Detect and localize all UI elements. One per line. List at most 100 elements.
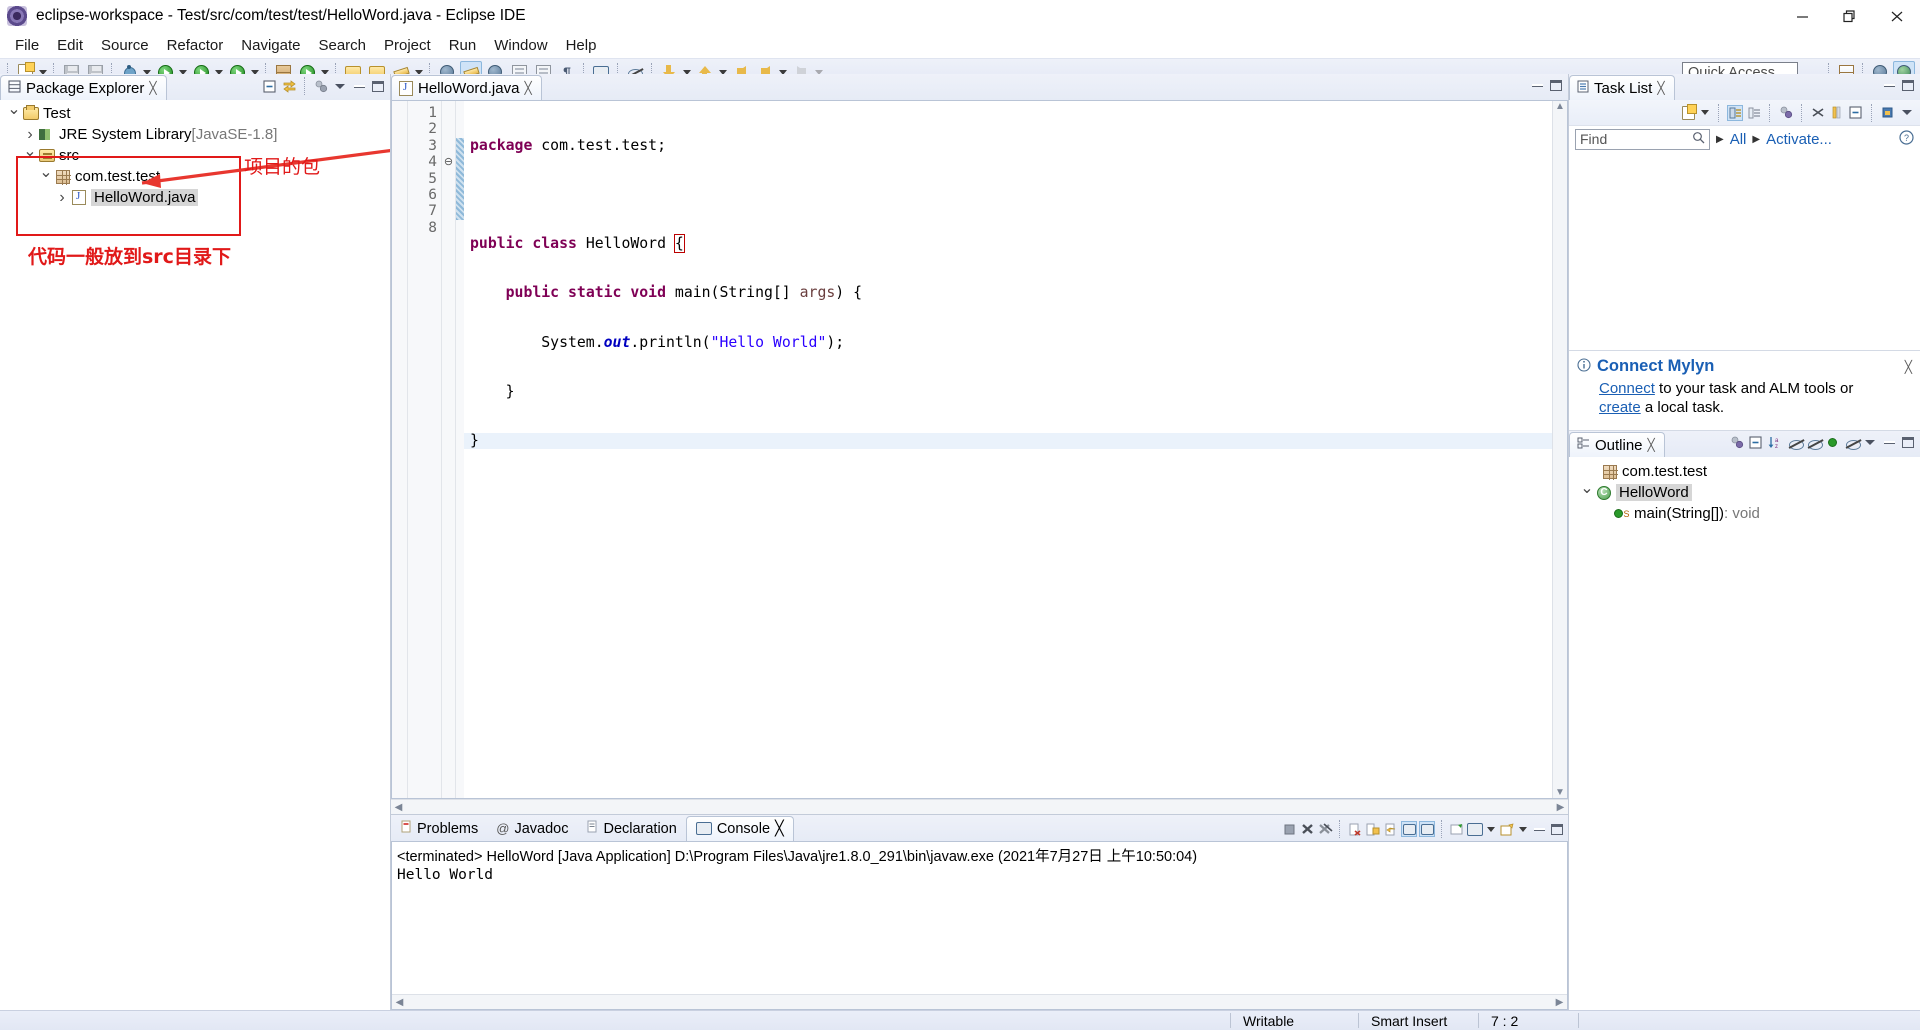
outline-row-method[interactable]: S main(String[]) : void bbox=[1569, 503, 1920, 524]
activate-arrow-icon[interactable]: ▶ bbox=[1752, 134, 1760, 145]
outline-tree[interactable]: com.test.test C HelloWord S main(String[… bbox=[1569, 457, 1920, 1010]
word-wrap-icon[interactable] bbox=[1383, 821, 1399, 837]
synchronize-changed-icon[interactable] bbox=[1829, 105, 1845, 121]
fold-marker[interactable] bbox=[442, 220, 455, 236]
fold-marker[interactable] bbox=[442, 171, 455, 187]
view-menu-icon[interactable] bbox=[1899, 105, 1915, 121]
minimize-icon[interactable] bbox=[351, 78, 367, 94]
minimize-icon[interactable] bbox=[1779, 0, 1826, 33]
maximize-icon[interactable] bbox=[1548, 77, 1564, 93]
tab-javadoc[interactable]: @ Javadoc bbox=[487, 816, 577, 841]
scroll-up-arrow-icon[interactable]: ▲ bbox=[1553, 101, 1568, 112]
scroll-left-arrow-icon[interactable]: ◀ bbox=[391, 802, 406, 813]
close-icon[interactable] bbox=[1873, 0, 1920, 33]
tab-helloword-java[interactable]: HelloWord.java ╳ bbox=[391, 75, 542, 100]
scroll-lock-icon[interactable] bbox=[1365, 821, 1381, 837]
menu-run[interactable]: Run bbox=[440, 35, 486, 56]
editor-horizontal-scrollbar[interactable]: ◀ ▶ bbox=[391, 799, 1568, 814]
editor-vertical-scrollbar[interactable]: ▲ ▼ bbox=[1552, 101, 1567, 798]
outline-row-package[interactable]: com.test.test bbox=[1569, 461, 1920, 482]
minimize-icon[interactable] bbox=[1531, 821, 1547, 837]
tab-declaration[interactable]: Declaration bbox=[577, 816, 685, 841]
tab-console[interactable]: Console ╳ bbox=[685, 816, 794, 841]
fold-marker[interactable] bbox=[442, 105, 455, 121]
focus-on-active-task-icon[interactable] bbox=[313, 78, 329, 94]
open-console-arrow-icon[interactable] bbox=[1517, 818, 1529, 840]
menu-edit[interactable]: Edit bbox=[48, 35, 92, 56]
new-task-icon[interactable] bbox=[1680, 103, 1697, 121]
link-with-editor-icon[interactable] bbox=[1848, 105, 1864, 121]
search-icon[interactable] bbox=[1692, 131, 1705, 147]
tab-package-explorer[interactable]: Package Explorer ╳ bbox=[0, 75, 167, 100]
menu-project[interactable]: Project bbox=[375, 35, 440, 56]
pin-console-icon[interactable] bbox=[1449, 821, 1465, 837]
tree-row-jre-system-library[interactable]: JRE System Library [JavaSE-1.8] bbox=[0, 124, 390, 145]
fold-marker[interactable] bbox=[442, 138, 455, 154]
menu-source[interactable]: Source bbox=[92, 35, 158, 56]
chevron-down-icon[interactable] bbox=[22, 146, 38, 166]
scroll-right-arrow-icon[interactable]: ▶ bbox=[1553, 802, 1568, 813]
menu-refactor[interactable]: Refactor bbox=[158, 35, 233, 56]
minimize-icon[interactable] bbox=[1881, 434, 1897, 450]
chevron-down-icon[interactable] bbox=[38, 167, 54, 187]
categorized-presentation-icon[interactable] bbox=[1727, 104, 1743, 121]
console-horizontal-scrollbar[interactable]: ◀ ▶ bbox=[392, 994, 1567, 1009]
maximize-icon[interactable] bbox=[1900, 77, 1916, 93]
remove-all-terminated-icon[interactable] bbox=[1317, 821, 1333, 837]
maximize-icon[interactable] bbox=[1900, 434, 1916, 450]
close-icon[interactable]: ╳ bbox=[775, 821, 784, 837]
tab-outline[interactable]: Outline ╳ bbox=[1569, 432, 1665, 457]
close-icon[interactable]: ╳ bbox=[1657, 81, 1664, 95]
view-menu-icon[interactable] bbox=[1862, 434, 1878, 450]
focus-on-workweek-icon[interactable] bbox=[1778, 105, 1794, 121]
minimize-icon[interactable] bbox=[1529, 77, 1545, 93]
open-console-icon[interactable] bbox=[1499, 821, 1515, 837]
mylyn-connect-link[interactable]: Connect bbox=[1599, 380, 1655, 397]
menu-window[interactable]: Window bbox=[485, 35, 556, 56]
collapse-all-icon[interactable] bbox=[1748, 434, 1764, 450]
close-icon[interactable]: ╳ bbox=[149, 81, 156, 95]
filter-all-link[interactable]: All bbox=[1730, 131, 1747, 148]
collapse-all-icon[interactable] bbox=[262, 78, 278, 94]
menu-search[interactable]: Search bbox=[309, 35, 375, 56]
task-list-body[interactable] bbox=[1569, 152, 1920, 350]
filter-arrow-icon[interactable]: ▶ bbox=[1716, 134, 1724, 145]
maximize-icon[interactable] bbox=[1549, 821, 1565, 837]
menu-navigate[interactable]: Navigate bbox=[232, 35, 309, 56]
collapse-all-icon[interactable] bbox=[1810, 105, 1826, 121]
terminate-icon[interactable] bbox=[1281, 821, 1297, 837]
restore-task-icon[interactable] bbox=[1880, 105, 1896, 121]
hide-fields-icon[interactable] bbox=[1786, 434, 1804, 450]
scroll-right-arrow-icon[interactable]: ▶ bbox=[1552, 997, 1567, 1008]
editor-marker-ruler[interactable] bbox=[392, 101, 408, 798]
scheduled-presentation-icon[interactable] bbox=[1746, 105, 1762, 121]
chevron-down-icon[interactable] bbox=[6, 104, 22, 124]
editor-code-area[interactable]: package com.test.test; public class Hell… bbox=[464, 101, 1552, 798]
chevron-right-icon[interactable] bbox=[54, 189, 70, 207]
fold-marker[interactable]: ⊖ bbox=[442, 154, 455, 170]
chevron-right-icon[interactable] bbox=[22, 126, 38, 144]
display-selected-console-icon[interactable] bbox=[1467, 821, 1483, 837]
chevron-down-icon[interactable] bbox=[1579, 483, 1595, 503]
restore-icon[interactable] bbox=[1826, 0, 1873, 33]
fold-marker[interactable] bbox=[442, 121, 455, 137]
new-task-arrow-icon[interactable] bbox=[1699, 102, 1711, 124]
view-menu-icon[interactable] bbox=[332, 78, 348, 94]
link-with-editor-icon[interactable] bbox=[281, 78, 297, 94]
editor-folding-ruler[interactable]: ⊖ bbox=[442, 101, 456, 798]
close-icon[interactable]: ╳ bbox=[1905, 360, 1912, 374]
menu-help[interactable]: Help bbox=[557, 35, 606, 56]
fold-marker[interactable] bbox=[442, 203, 455, 219]
clear-console-icon[interactable] bbox=[1347, 821, 1363, 837]
maximize-icon[interactable] bbox=[370, 78, 386, 94]
help-icon[interactable]: ? bbox=[1899, 129, 1914, 149]
show-console-on-output-icon[interactable] bbox=[1401, 821, 1417, 837]
minimize-icon[interactable] bbox=[1881, 77, 1897, 93]
tab-task-list[interactable]: Task List ╳ bbox=[1569, 75, 1675, 100]
focus-on-active-task-icon[interactable] bbox=[1729, 434, 1745, 450]
sort-icon[interactable]: az bbox=[1767, 434, 1783, 450]
console-body[interactable]: <terminated> HelloWord [Java Application… bbox=[391, 841, 1568, 1010]
scroll-down-arrow-icon[interactable]: ▼ bbox=[1553, 787, 1568, 798]
fold-marker[interactable] bbox=[442, 187, 455, 203]
outline-row-class[interactable]: C HelloWord bbox=[1569, 482, 1920, 503]
